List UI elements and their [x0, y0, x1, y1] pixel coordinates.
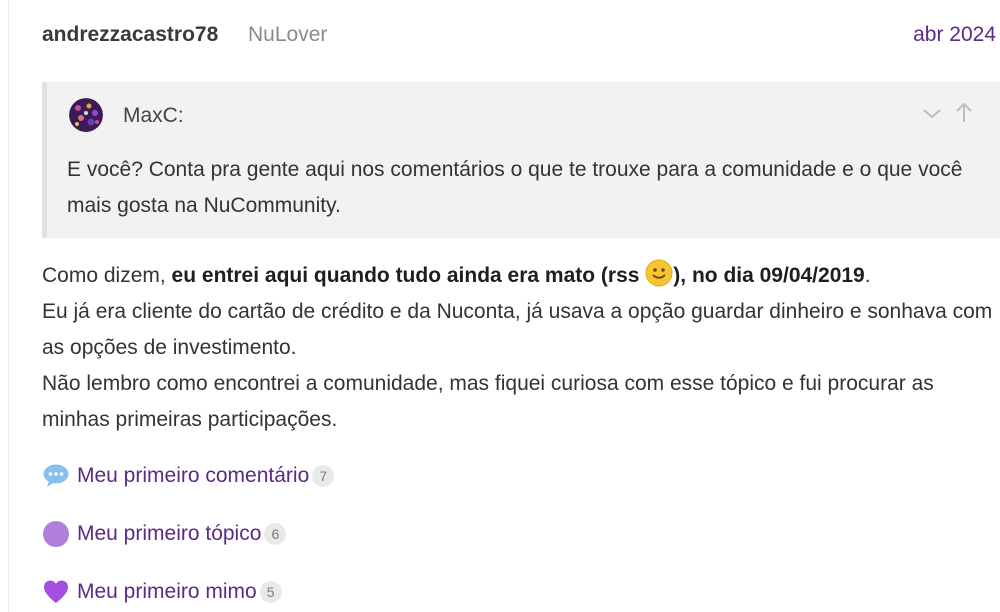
quote-author[interactable]: MaxC: [123, 104, 184, 128]
post-paragraph-2: Eu já era cliente do cartão de crédito e… [42, 300, 993, 359]
quote-controls [920, 100, 980, 128]
post-body: Como dizem, eu entrei aqui quando tudo a… [42, 258, 1000, 438]
purple-circle-icon [42, 520, 70, 548]
slightly-smiling-face-icon [645, 259, 673, 287]
post-paragraph-3: Não lembro como encontrei a comunidade, … [42, 372, 934, 431]
post-header: andrezzacastro78 NuLover abr 2024 [42, 20, 996, 50]
purple-heart-icon [42, 578, 70, 606]
post-left-rule [8, 0, 9, 612]
quote-text: E você? Conta pra gente aqui nos comentá… [67, 158, 963, 217]
post-user-title: NuLover [248, 23, 328, 46]
post-bold-text-b: ), no dia 09/04/2019 [673, 264, 865, 287]
list-item: Meu primeiro comentário 7 [42, 460, 335, 492]
list-item: Meu primeiro mimo 5 [42, 576, 282, 608]
avatar[interactable] [69, 98, 103, 132]
click-count-badge: 6 [264, 523, 287, 545]
click-count-badge: 7 [312, 465, 335, 487]
post-paragraph-1: Como dizem, eu entrei aqui quando tudo a… [42, 258, 1000, 294]
click-count-badge: 5 [259, 581, 282, 603]
post-username[interactable]: andrezzacastro78 [42, 23, 218, 47]
first-comment-link[interactable]: Meu primeiro comentário [77, 464, 309, 488]
chevron-down-icon[interactable] [920, 100, 944, 126]
post-date[interactable]: abr 2024 [913, 23, 996, 47]
quote-block: MaxC: E você? Conta pra gente aqui nos c… [42, 82, 1000, 238]
list-item: Meu primeiro tópico 6 [42, 518, 287, 550]
arrow-up-icon[interactable] [952, 100, 976, 126]
post-bold-text-a: eu entrei aqui quando tudo ainda era mat… [171, 264, 646, 287]
first-gift-link[interactable]: Meu primeiro mimo [77, 580, 257, 604]
post-intro-text: Como dizem, [42, 264, 172, 287]
post-period: . [864, 264, 871, 287]
speech-balloon-icon [42, 462, 70, 490]
first-topic-link[interactable]: Meu primeiro tópico [77, 522, 261, 546]
